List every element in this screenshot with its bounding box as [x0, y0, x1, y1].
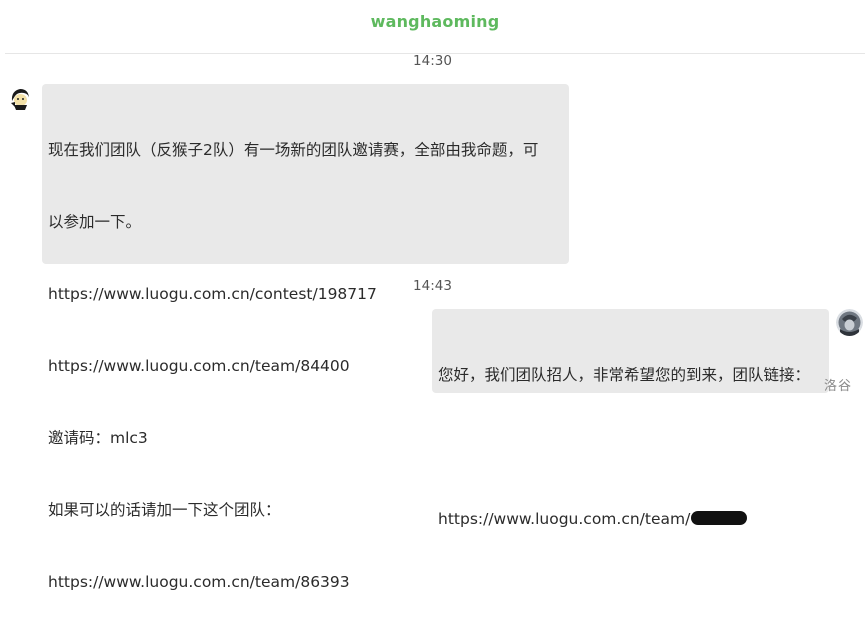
team-link[interactable]: https://www.luogu.com.cn/team/: [438, 510, 690, 528]
message-line: 以参加一下。: [48, 213, 142, 231]
avatar-image-icon: [7, 85, 34, 112]
site-watermark: 洛谷: [824, 379, 853, 394]
message-line: 现在我们团队（反猴子2队）有一场新的团队邀请赛，全部由我命题，可: [48, 141, 539, 159]
team-link-line[interactable]: https://www.luogu.com.cn/team/: [438, 507, 810, 531]
chat-partner-name[interactable]: wanghaoming: [371, 12, 500, 31]
chat-header: wanghaoming: [5, 0, 865, 54]
sender-avatar[interactable]: [7, 85, 34, 112]
message-timestamp: 14:30: [413, 53, 452, 69]
redaction-mark: [691, 511, 748, 525]
user-avatar[interactable]: [836, 309, 863, 336]
avatar-image-icon: [836, 309, 863, 336]
message-line: [438, 435, 810, 459]
message-timestamp: 14:43: [413, 278, 452, 294]
message-bubble-sent[interactable]: 您好，我们团队招人，非常希望您的到来，团队链接： https://www.luo…: [432, 309, 829, 528]
message-line: 您好，我们团队招人，非常希望您的到来，团队链接：: [438, 366, 811, 384]
message-bubble-received[interactable]: 现在我们团队（反猴子2队）有一场新的团队邀请赛，全部由我命题，可 以参加一下。 …: [42, 84, 569, 591]
